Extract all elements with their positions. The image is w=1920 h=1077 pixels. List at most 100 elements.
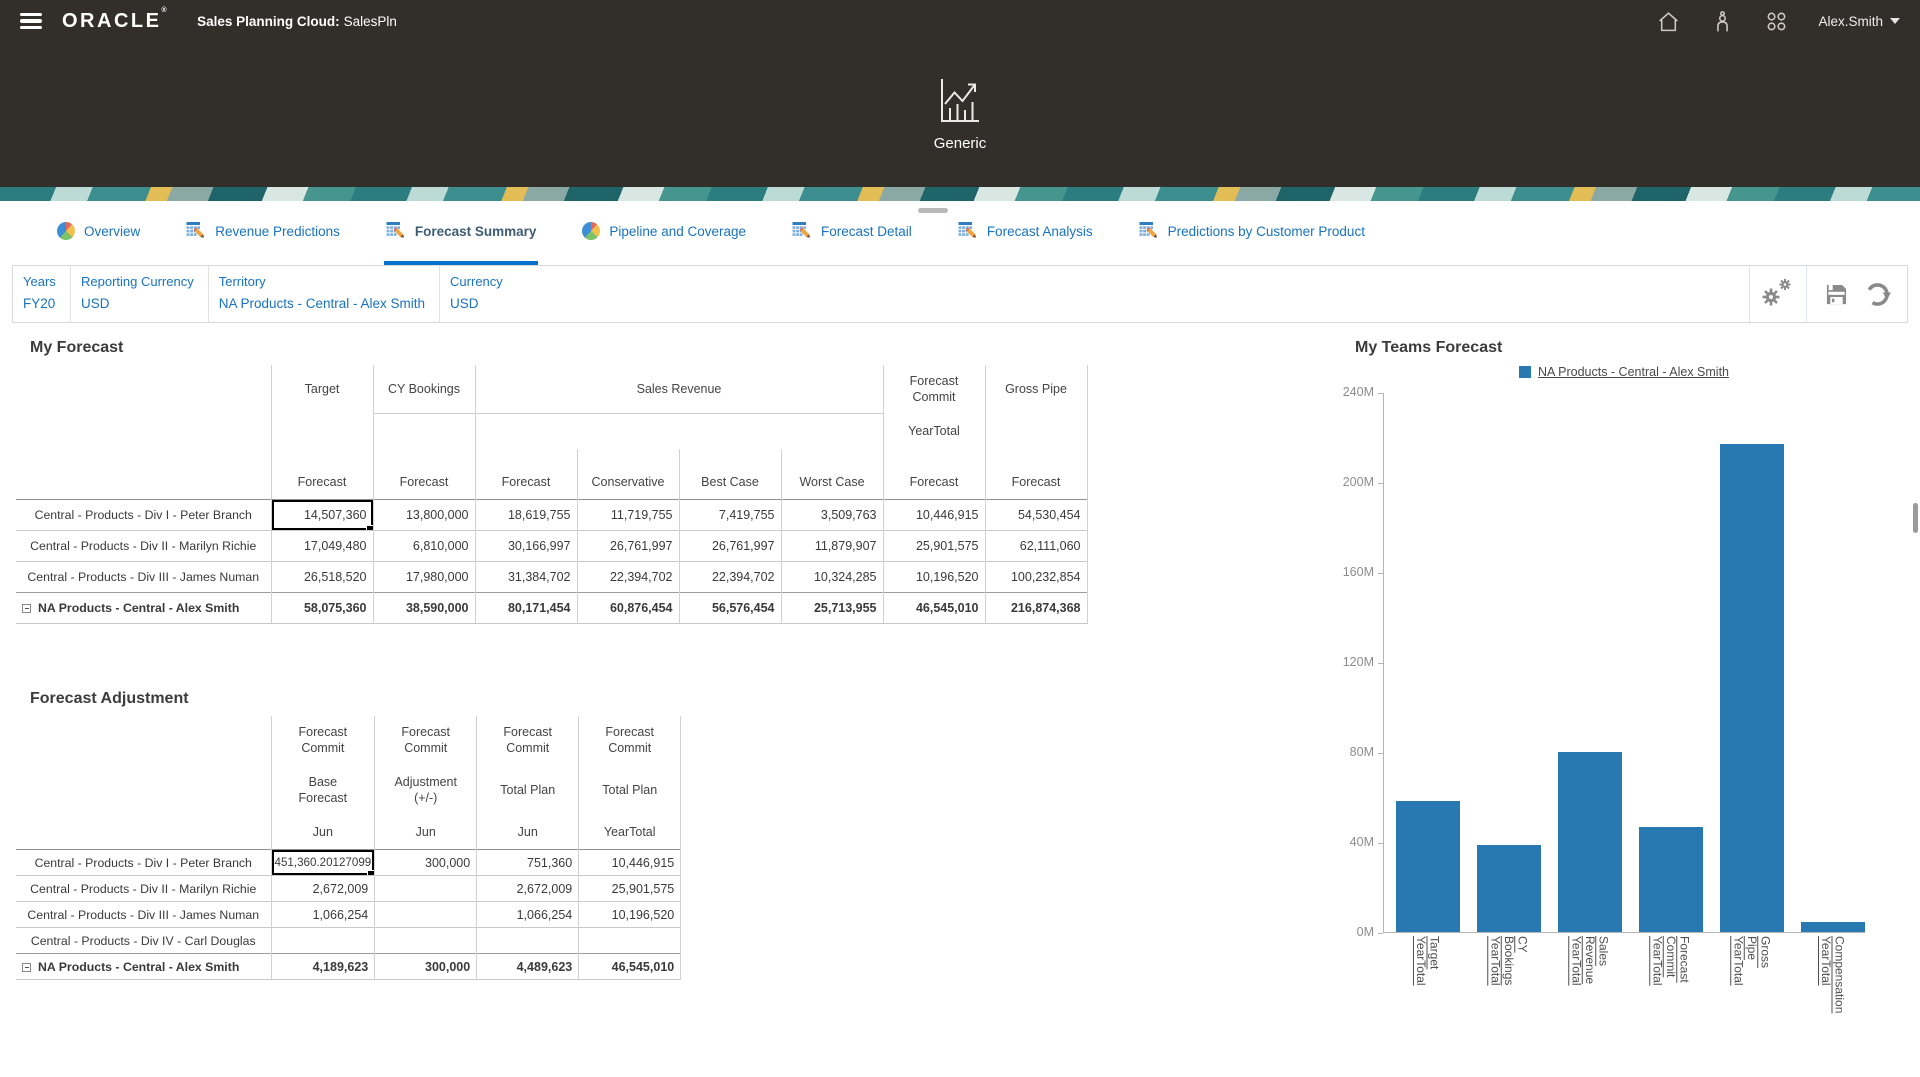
grid-cell[interactable]: 25,713,955 (781, 592, 883, 623)
x-axis-label[interactable]: CompensationYearTotal (1819, 936, 1846, 1013)
col-header-total-plan[interactable]: Total Plan (477, 764, 579, 816)
tab-predictions-by-customer-product[interactable]: Predictions by Customer Product (1137, 201, 1367, 265)
collapse-icon[interactable] (22, 604, 31, 613)
grid-cell[interactable]: 100,232,854 (985, 561, 1087, 592)
col-header-yeartotal[interactable]: YearTotal (883, 413, 985, 449)
grid-cell[interactable]: 10,446,915 (579, 850, 681, 876)
grid-cell[interactable]: 31,384,702 (475, 561, 577, 592)
grid-cell[interactable]: 1,066,254 (271, 902, 375, 928)
scenario-header[interactable]: Best Case (679, 449, 781, 499)
grid-cell[interactable]: 18,619,755 (475, 499, 577, 530)
grid-cell[interactable]: 22,394,702 (679, 561, 781, 592)
col-header-forecast-commit[interactable]: Forecast Commit (477, 716, 579, 764)
grid-cell[interactable]: 38,590,000 (373, 592, 475, 623)
grid-cell[interactable]: 26,518,520 (271, 561, 373, 592)
pov-reporting-currency[interactable]: Reporting Currency USD (71, 266, 209, 322)
grid-cell[interactable]: 7,419,755 (679, 499, 781, 530)
grid-cell[interactable]: 4,489,623 (477, 954, 579, 980)
grid-cell[interactable]: 11,719,755 (577, 499, 679, 530)
grid-cell[interactable]: 14,507,360 (271, 499, 373, 530)
grid-cell[interactable]: 2,672,009 (477, 876, 579, 902)
x-axis-label[interactable]: ForecastCommitYearTotal (1650, 936, 1691, 1013)
grid-cell[interactable]: 60,876,454 (577, 592, 679, 623)
grid-cell[interactable]: 3,509,763 (781, 499, 883, 530)
col-header-cy-bookings[interactable]: CY Bookings (373, 365, 475, 413)
scenario-header[interactable]: Worst Case (781, 449, 883, 499)
user-menu[interactable]: Alex.Smith (1818, 14, 1900, 29)
tab-pipeline-and-coverage[interactable]: Pipeline and Coverage (580, 201, 748, 265)
grid-cell[interactable]: 26,761,997 (577, 530, 679, 561)
chart-bar[interactable] (1396, 801, 1460, 932)
pov-currency[interactable]: Currency USD (440, 266, 560, 322)
chart-bar[interactable] (1801, 922, 1865, 932)
period-header[interactable]: Jun (375, 816, 477, 850)
grid-cell[interactable]: 17,049,480 (271, 530, 373, 561)
tab-forecast-detail[interactable]: Forecast Detail (790, 201, 914, 265)
x-axis-label[interactable]: SalesRevenueYearTotal (1569, 936, 1610, 1013)
home-icon[interactable] (1656, 9, 1680, 33)
refresh-button[interactable] (1864, 281, 1891, 308)
scenario-header[interactable]: Forecast (985, 449, 1087, 499)
x-axis-label[interactable]: GrossPipeYearTotal (1731, 936, 1772, 1013)
grid-cell[interactable] (375, 902, 477, 928)
col-header-forecast-commit[interactable]: Forecast Commit (271, 716, 375, 764)
grid-cell[interactable]: 46,545,010 (883, 592, 985, 623)
tab-overview[interactable]: Overview (55, 201, 142, 265)
chart-bar[interactable] (1720, 444, 1784, 932)
scenario-header[interactable]: Forecast (475, 449, 577, 499)
scenario-header[interactable]: Forecast (373, 449, 475, 499)
scenario-header[interactable]: Forecast (883, 449, 985, 499)
grid-cell[interactable]: 17,980,000 (373, 561, 475, 592)
grid-cell[interactable]: 1,066,254 (477, 902, 579, 928)
col-header-adjustment[interactable]: Adjustment (+/-) (375, 764, 477, 816)
settings-button[interactable] (1749, 266, 1806, 322)
scenario-header[interactable]: Conservative (577, 449, 679, 499)
person-icon[interactable] (1710, 9, 1734, 33)
col-header-forecast-commit[interactable]: Forecast Commit (579, 716, 681, 764)
chart-bar[interactable] (1639, 827, 1703, 932)
pov-years[interactable]: Years FY20 (13, 266, 71, 322)
grid-cell[interactable]: 58,075,360 (271, 592, 373, 623)
grid-cell[interactable]: 10,196,520 (883, 561, 985, 592)
grid-cell[interactable]: 54,530,454 (985, 499, 1087, 530)
grid-cell[interactable]: 46,545,010 (579, 954, 681, 980)
grid-cell[interactable]: 216,874,368 (985, 592, 1087, 623)
grid-cell[interactable]: 300,000 (375, 954, 477, 980)
scenario-header[interactable]: Forecast (271, 449, 373, 499)
grid-cell[interactable]: 62,111,060 (985, 530, 1087, 561)
hamburger-menu-icon[interactable] (20, 13, 42, 29)
chart-bar[interactable] (1477, 845, 1541, 932)
x-axis-label[interactable]: TargetYearTotal (1414, 936, 1441, 1013)
grid-cell[interactable] (375, 876, 477, 902)
grid-cell[interactable]: 10,446,915 (883, 499, 985, 530)
apps-grid-icon[interactable] (1764, 9, 1788, 33)
tab-forecast-analysis[interactable]: Forecast Analysis (956, 201, 1095, 265)
tab-revenue-predictions[interactable]: Revenue Predictions (184, 201, 342, 265)
col-header-forecast-commit[interactable]: Forecast Commit (883, 365, 985, 413)
period-header[interactable]: Jun (477, 816, 579, 850)
grid-cell[interactable]: 6,810,000 (373, 530, 475, 561)
vertical-scrollbar-thumb[interactable] (1913, 503, 1918, 533)
period-header[interactable]: Jun (271, 816, 375, 850)
col-header-gross-pipe[interactable]: Gross Pipe (985, 365, 1087, 413)
grid-cell[interactable]: 2,672,009 (271, 876, 375, 902)
pov-territory[interactable]: Territory NA Products - Central - Alex S… (209, 266, 440, 322)
grid-cell[interactable]: 22,394,702 (577, 561, 679, 592)
grid-cell[interactable]: 56,576,454 (679, 592, 781, 623)
grid-cell[interactable] (271, 928, 375, 954)
grid-cell[interactable] (477, 928, 579, 954)
grid-cell[interactable]: 451,360.20127099 (271, 850, 375, 876)
save-button[interactable] (1823, 281, 1850, 308)
collapse-icon[interactable] (22, 963, 31, 972)
grid-cell[interactable]: 30,166,997 (475, 530, 577, 561)
grid-cell[interactable]: 25,901,575 (579, 876, 681, 902)
col-header-total-plan[interactable]: Total Plan (579, 764, 681, 816)
infolet-banner[interactable]: Generic (0, 42, 1920, 187)
tab-scrollbar-thumb[interactable] (918, 208, 948, 213)
col-header-sales-revenue[interactable]: Sales Revenue (475, 365, 883, 413)
chart-bar[interactable] (1558, 752, 1622, 932)
col-header-target[interactable]: Target (271, 365, 373, 413)
grid-cell[interactable]: 10,196,520 (579, 902, 681, 928)
grid-cell[interactable]: 11,879,907 (781, 530, 883, 561)
grid-cell[interactable]: 25,901,575 (883, 530, 985, 561)
